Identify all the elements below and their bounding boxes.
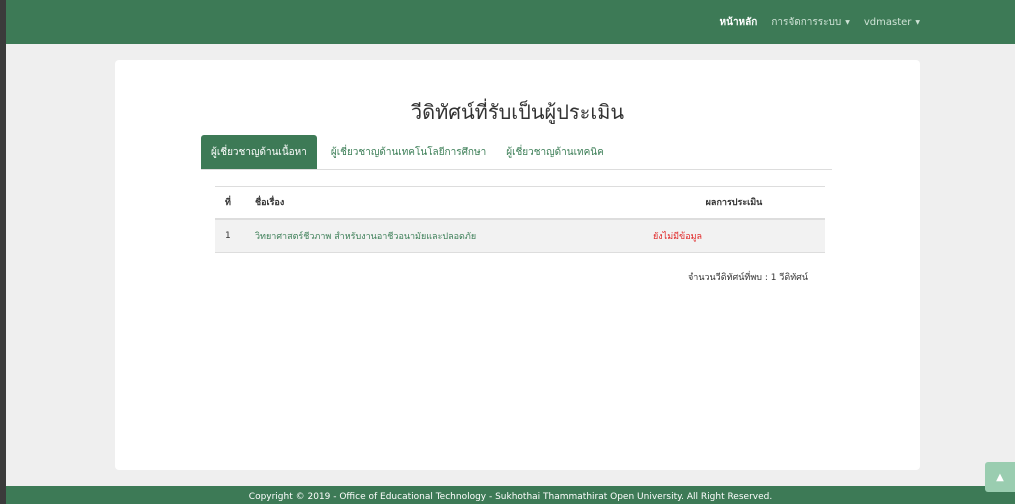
header-title: ชื่อเรื่อง — [245, 186, 643, 220]
row-result-status: ยังไม่มีข้อมูล — [643, 218, 825, 253]
table-row: 1 วิทยาศาสตร์ชีวภาพ สำหรับงานอาชีวอนามัย… — [215, 218, 825, 253]
caret-down-icon: ▼ — [845, 18, 850, 26]
nav-user-menu[interactable]: vdmaster ▼ — [864, 17, 920, 28]
video-table: ที่ ชื่อเรื่อง ผลการประเมิน 1 วิทยาศาสตร… — [215, 186, 825, 253]
tab-bar: ผู้เชี่ยวชาญด้านเนื้อหา ผู้เชี่ยวชาญด้าน… — [201, 135, 832, 170]
tab-edtech-expert[interactable]: ผู้เชี่ยวชาญด้านเทคโนโลยีการศึกษา — [321, 135, 496, 169]
row-no: 1 — [215, 218, 245, 253]
nav-manage-menu[interactable]: การจัดการระบบ ▼ — [771, 15, 850, 30]
nav-manage-label: การจัดการระบบ — [771, 16, 842, 28]
scroll-to-top-button[interactable]: ▲ — [985, 462, 1015, 492]
result-count: จำนวนวีดิทัศน์ที่พบ : 1 วีดิทัศน์ — [688, 273, 808, 283]
chevron-up-icon: ▲ — [996, 471, 1004, 483]
tab-technical-expert[interactable]: ผู้เชี่ยวชาญด้านเทคนิค — [496, 135, 614, 169]
table-header-row: ที่ ชื่อเรื่อง ผลการประเมิน — [215, 186, 825, 220]
footer-copyright: Copyright © 2019 - Office of Educational… — [6, 486, 1015, 504]
header-result: ผลการประเมิน — [643, 186, 825, 220]
nav-home-link[interactable]: หน้าหลัก — [720, 15, 758, 30]
page-title: วีดิทัศน์ที่รับเป็นผู้ประเมิน — [410, 100, 625, 124]
caret-down-icon: ▼ — [915, 18, 920, 26]
tab-content-expert[interactable]: ผู้เชี่ยวชาญด้านเนื้อหา — [201, 135, 317, 169]
header-no: ที่ — [215, 186, 245, 220]
nav-user-label: vdmaster — [863, 16, 912, 28]
content-card: วีดิทัศน์ที่รับเป็นผู้ประเมิน ผู้เชี่ยวช… — [115, 60, 920, 470]
top-navbar: หน้าหลัก การจัดการระบบ ▼ vdmaster ▼ — [6, 0, 1015, 44]
row-title-link[interactable]: วิทยาศาสตร์ชีวภาพ สำหรับงานอาชีวอนามัยแล… — [245, 218, 643, 253]
